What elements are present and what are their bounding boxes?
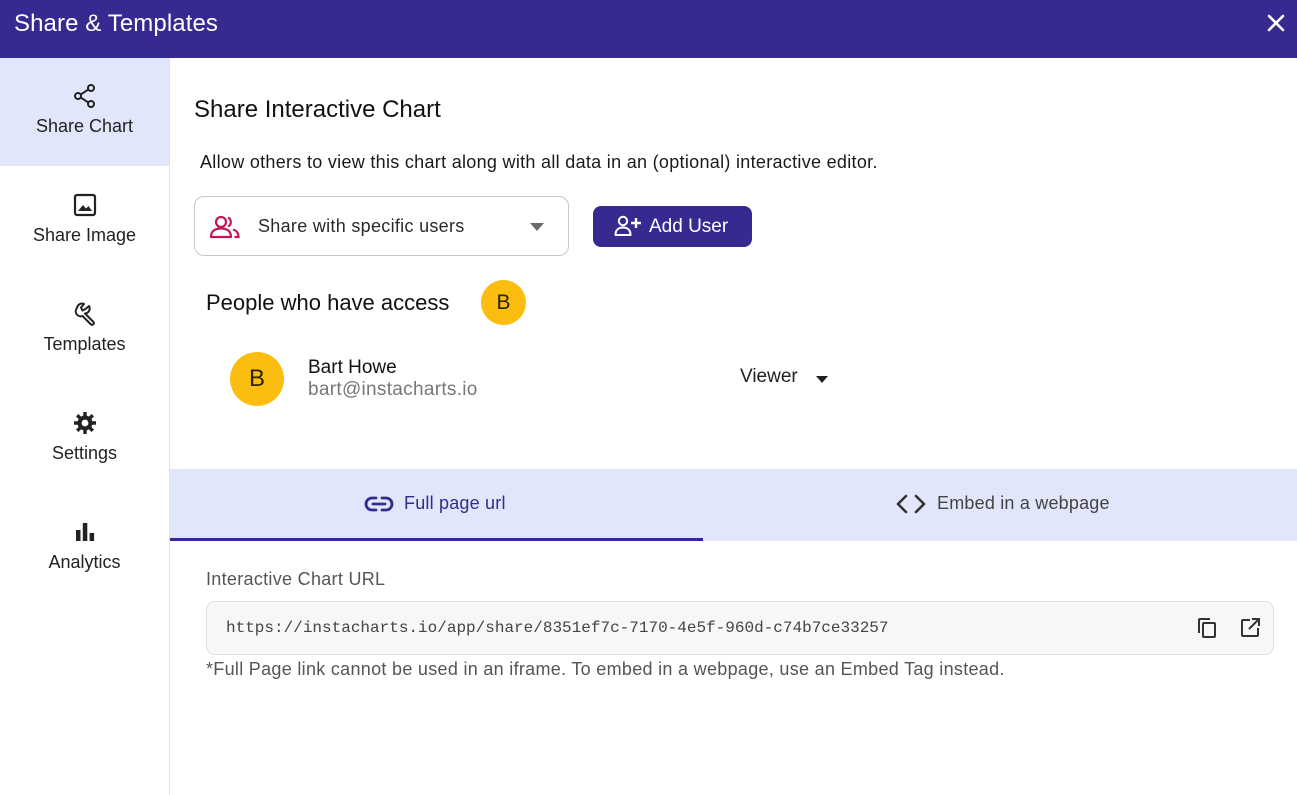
sidebar-item-analytics[interactable]: Analytics — [0, 494, 169, 602]
share-mode-value: Share with specific users — [258, 216, 465, 236]
wrench-icon — [74, 302, 95, 326]
link-icon — [364, 496, 394, 512]
share-description: Allow others to view this chart along wi… — [200, 152, 878, 172]
url-field[interactable]: https://instacharts.io/app/share/8351ef7… — [206, 601, 1274, 655]
code-icon — [896, 494, 926, 514]
avatar: B — [481, 280, 526, 325]
sidebar-item-label: Settings — [51, 443, 118, 463]
sidebar-item-label: Share Image — [32, 225, 137, 245]
title-bar: Share & Templates — [0, 0, 1297, 58]
main-panel: Share Interactive Chart Allow others to … — [170, 58, 1297, 795]
add-user-icon — [614, 215, 641, 236]
chevron-down-icon — [530, 223, 544, 231]
sidebar: Share Chart Share Image Templates Settin… — [0, 58, 170, 795]
url-note: *Full Page link cannot be used in an ifr… — [206, 659, 1005, 679]
tab-label: Full page url — [404, 493, 506, 513]
sidebar-item-share-image[interactable]: Share Image — [0, 167, 169, 275]
image-icon — [73, 193, 96, 217]
window-title: Share & Templates — [14, 10, 219, 37]
active-tab-indicator — [170, 538, 703, 541]
add-user-label: Add User — [649, 216, 729, 237]
open-in-new-icon[interactable] — [1238, 616, 1262, 640]
sidebar-item-share-chart[interactable]: Share Chart — [0, 58, 169, 166]
share-mode-select[interactable]: Share with specific users — [194, 196, 569, 256]
url-label: Interactive Chart URL — [206, 569, 386, 589]
user-name: Bart Howe — [308, 357, 397, 378]
user-email: bart@instacharts.io — [308, 379, 478, 400]
share-url[interactable]: https://instacharts.io/app/share/8351ef7… — [226, 619, 889, 637]
tab-embed-webpage[interactable]: Embed in a webpage — [703, 469, 1297, 541]
share-icon — [73, 84, 95, 108]
bar-chart-icon — [75, 523, 94, 541]
role-select[interactable]: Viewer — [740, 366, 798, 388]
avatar: B — [230, 352, 284, 406]
tab-label: Embed in a webpage — [937, 493, 1110, 513]
sidebar-item-label: Share Chart — [35, 116, 134, 136]
sidebar-item-templates[interactable]: Templates — [0, 276, 169, 384]
copy-icon[interactable] — [1195, 616, 1219, 640]
gear-icon — [73, 412, 96, 434]
sidebar-item-label: Templates — [43, 334, 126, 354]
tab-full-page-url[interactable]: Full page url — [170, 469, 703, 541]
add-user-button[interactable]: Add User — [593, 206, 752, 247]
chevron-down-icon[interactable] — [816, 376, 828, 383]
close-icon[interactable] — [1265, 12, 1287, 34]
link-type-tabs: Full page url Embed in a webpage — [170, 469, 1297, 541]
page-title: Share Interactive Chart — [194, 96, 441, 123]
access-heading: People who have access — [206, 290, 450, 315]
users-icon — [209, 215, 240, 239]
sidebar-item-settings[interactable]: Settings — [0, 385, 169, 493]
sidebar-item-label: Analytics — [48, 552, 121, 572]
